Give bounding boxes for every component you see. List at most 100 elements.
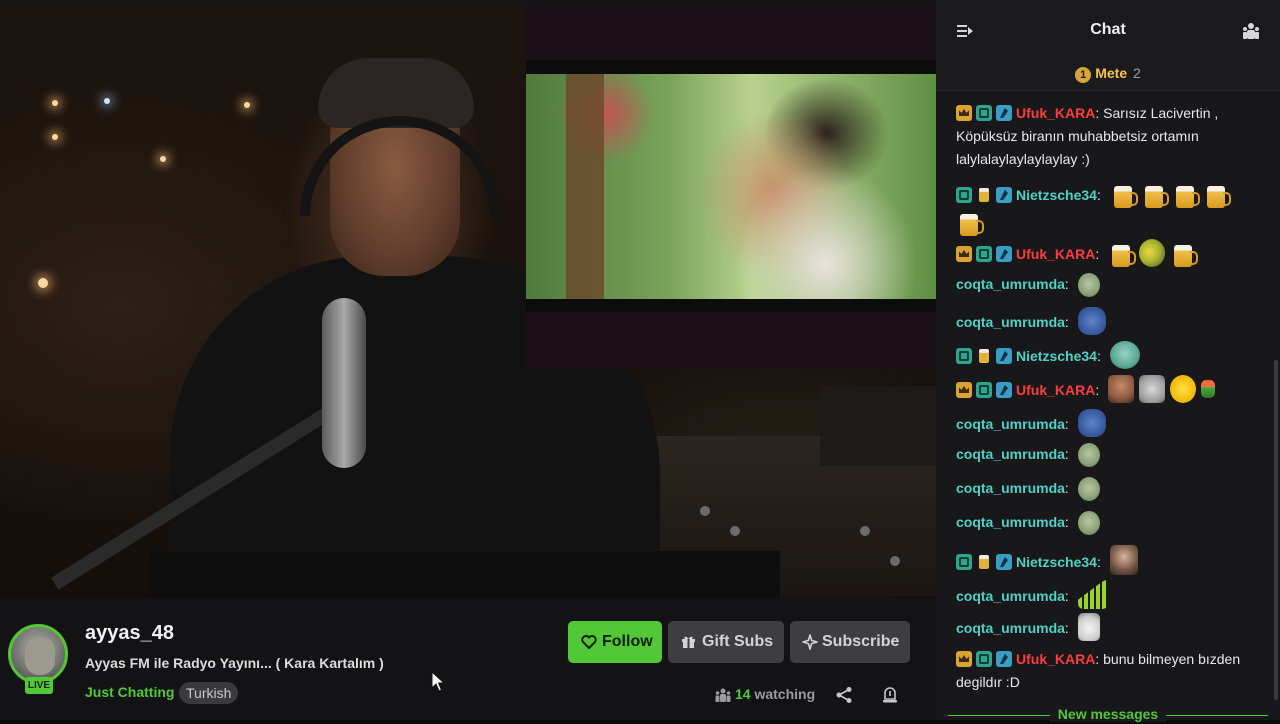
man-emote-icon — [1109, 545, 1138, 575]
crown-badge-icon — [956, 651, 972, 667]
pepe-emote-icon — [1077, 511, 1100, 535]
ceiling-light — [52, 100, 58, 106]
chat-message: Nietzsche34: — [956, 545, 1262, 575]
chat-username[interactable]: Nietzsche34 — [1016, 187, 1097, 203]
small-emote-icon — [1201, 380, 1216, 398]
goose-emote-icon — [1077, 613, 1100, 641]
microphone — [322, 298, 366, 468]
subscriber-badge-icon — [956, 187, 972, 203]
avatar-face — [25, 637, 55, 675]
beer-badge-icon — [976, 187, 992, 203]
audio-rack — [820, 386, 936, 466]
chat-username[interactable]: Ufuk_KARA — [1016, 246, 1095, 262]
new-messages-indicator[interactable]: New messages — [948, 706, 1268, 724]
chat-message: coqta_umrumda: — [956, 409, 1262, 437]
cat-emote-icon — [1139, 375, 1166, 403]
chat-username[interactable]: coqta_umrumda — [956, 514, 1065, 530]
ceiling-light — [38, 278, 48, 288]
chat-scrollbar[interactable] — [1274, 360, 1278, 700]
chat-message: Ufuk_KARA: Sarısız Lacivertin , Köpüksüz… — [956, 105, 1219, 167]
chat-message: coqta_umrumda: — [956, 307, 1262, 335]
subscriber-badge-icon — [976, 651, 992, 667]
frog-emote-icon — [1109, 341, 1140, 369]
heart-icon — [581, 635, 597, 649]
crown-badge-icon — [956, 382, 972, 398]
subscribe-label: Subscribe — [822, 633, 900, 650]
chat-message: Ufuk_KARA: bunu bilmeyen bızden degildır… — [956, 651, 1241, 690]
viewers-icon — [715, 688, 731, 702]
rank-badge: 1 — [1075, 67, 1092, 83]
chat-username[interactable]: coqta_umrumda — [956, 620, 1065, 636]
chat-title: Chat — [1090, 21, 1126, 38]
chat-username[interactable]: coqta_umrumda — [956, 276, 1065, 292]
chat-username[interactable]: Ufuk_KARA — [1016, 105, 1095, 121]
ceiling-light — [104, 98, 110, 104]
equalizer-emote-icon — [1077, 579, 1108, 609]
ceiling-light — [244, 102, 250, 108]
pinned-username: Mete — [1095, 64, 1128, 81]
beer-emote-icon — [1203, 180, 1231, 208]
beer-emote-icon — [1108, 239, 1137, 267]
chat-username[interactable]: coqta_umrumda — [956, 446, 1065, 462]
ceiling-light — [52, 134, 58, 140]
chat-message: Nietzsche34: — [956, 180, 1262, 236]
channel-avatar[interactable] — [8, 624, 68, 684]
stream-title: Ayyas FM ile Radyo Yayını... ( Kara Kart… — [85, 655, 384, 671]
subscriber-badge-icon — [956, 554, 972, 570]
chat-username[interactable]: Nietzsche34 — [1016, 348, 1097, 364]
beer-emote-icon — [956, 208, 984, 236]
language-tag[interactable]: Turkish — [179, 682, 239, 704]
beer-emote-icon — [1170, 239, 1199, 267]
chat-message: coqta_umrumda: — [956, 613, 1262, 641]
beer-badge-icon — [976, 554, 992, 570]
moderator-badge-icon — [996, 382, 1012, 398]
follow-label: Follow — [602, 633, 653, 650]
chat-users-icon[interactable] — [1242, 22, 1260, 40]
moderator-badge-icon — [996, 554, 1012, 570]
chat-message: coqta_umrumda: — [956, 477, 1262, 501]
chat-username[interactable]: coqta_umrumda — [956, 416, 1065, 432]
duck-emote-icon — [1170, 375, 1197, 403]
pinned-count: 2 — [1133, 64, 1141, 81]
chat-username[interactable]: coqta_umrumda — [956, 480, 1065, 496]
console-knob — [860, 526, 870, 536]
desk — [150, 551, 780, 598]
blue-emote-icon — [1077, 307, 1106, 335]
channel-name[interactable]: ayyas_48 — [85, 622, 174, 645]
viewer-label: watching — [754, 686, 816, 702]
chat-username[interactable]: Ufuk_KARA — [1016, 651, 1095, 667]
chat-username[interactable]: Nietzsche34 — [1016, 554, 1097, 570]
follow-button[interactable]: Follow — [568, 621, 662, 663]
subscriber-badge-icon — [956, 348, 972, 364]
pepe-emote-icon — [1077, 273, 1100, 297]
chat-message: coqta_umrumda: — [956, 511, 1262, 535]
tree-trunk — [566, 74, 604, 299]
chat-message: Ufuk_KARA: — [956, 375, 1262, 403]
gift-icon — [682, 636, 695, 648]
chat-username[interactable]: Ufuk_KARA — [1016, 382, 1095, 398]
share-icon[interactable] — [835, 686, 853, 704]
mixed-emote-icon — [1139, 239, 1166, 267]
crown-badge-icon — [956, 105, 972, 121]
beer-emote-icon — [1110, 180, 1138, 208]
gift-subs-label: Gift Subs — [702, 633, 774, 650]
moderator-badge-icon — [996, 348, 1012, 364]
crown-badge-icon — [956, 246, 972, 262]
chat-username[interactable]: coqta_umrumda — [956, 588, 1065, 604]
moderator-badge-icon — [996, 651, 1012, 667]
chat-divider — [936, 90, 1280, 91]
subscribe-button[interactable]: Subscribe — [790, 621, 910, 663]
blue-emote-icon — [1077, 409, 1106, 437]
chat-username[interactable]: coqta_umrumda — [956, 314, 1065, 330]
beer-badge-icon — [976, 348, 992, 364]
face-emote-icon — [1108, 375, 1135, 403]
report-icon[interactable] — [881, 686, 899, 704]
chat-message: coqta_umrumda: — [956, 443, 1262, 467]
chat-message: coqta_umrumda: — [956, 579, 1262, 609]
gift-subs-button[interactable]: Gift Subs — [668, 621, 784, 663]
live-badge: LIVE — [25, 677, 53, 694]
category-link[interactable]: Just Chatting — [85, 684, 174, 700]
moderator-badge-icon — [996, 187, 1012, 203]
pinned-gifter[interactable]: 1 Mete 2 — [936, 62, 1280, 90]
console-knob — [700, 506, 710, 516]
